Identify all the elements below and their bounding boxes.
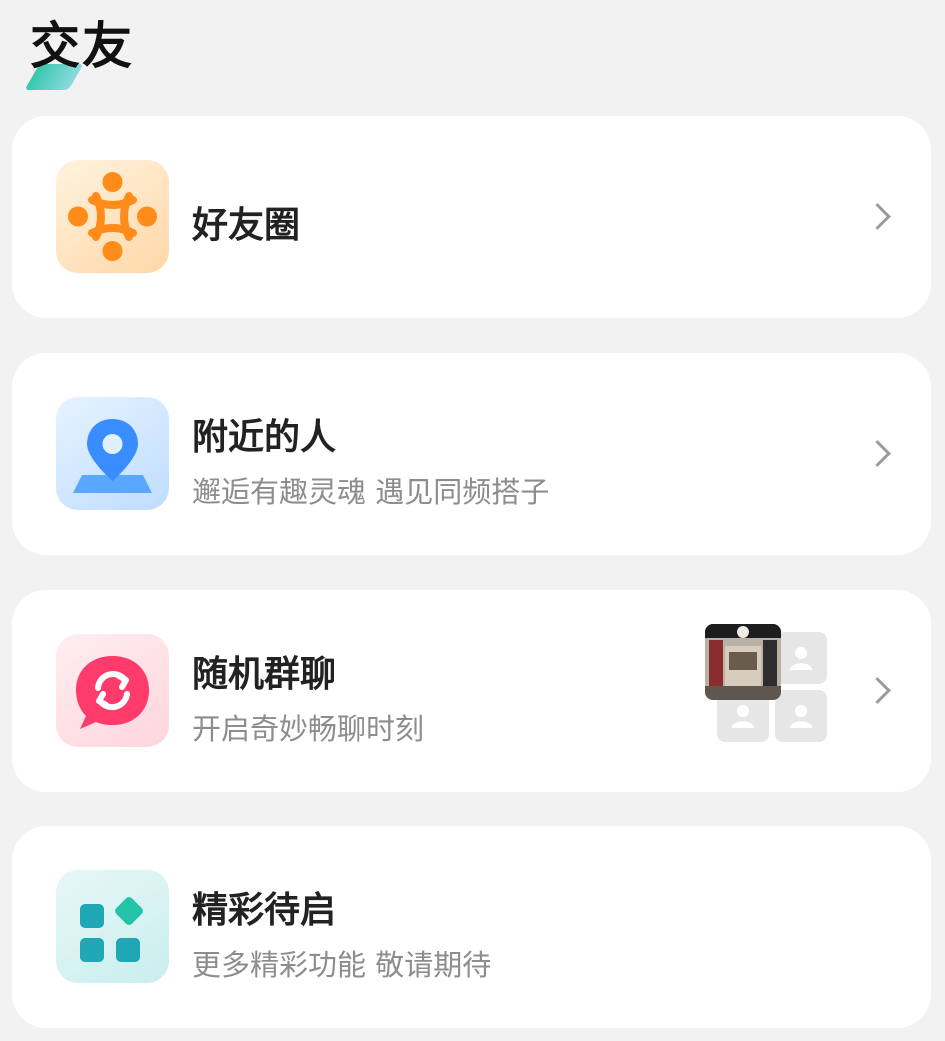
item-subtitle: 开启奇妙畅聊时刻	[192, 712, 425, 746]
item-title: 好友圈	[192, 205, 301, 246]
menu-item-coming-soon[interactable]: 精彩待启 更多精彩功能 敬请期待	[12, 826, 931, 1028]
menu-item-random-group-chat[interactable]: 随机群聊 开启奇妙畅聊时刻	[12, 590, 931, 792]
item-title: 精彩待启	[192, 890, 337, 931]
menu-item-friends-circle[interactable]: 好友圈	[12, 116, 931, 318]
page-header: 交友	[24, 14, 134, 90]
avatar-photo	[705, 624, 781, 700]
item-subtitle: 更多精彩功能 敬请期待	[192, 948, 492, 982]
chevron-right-icon	[864, 677, 891, 704]
apps-grid-icon	[56, 870, 169, 983]
friends-circle-icon	[56, 160, 169, 273]
avatar-placeholder	[775, 632, 827, 684]
chevron-right-icon	[864, 440, 891, 467]
location-pin-icon	[56, 397, 169, 510]
avatar-placeholder	[775, 690, 827, 742]
page-title: 交友	[30, 17, 134, 75]
random-chat-icon	[56, 634, 169, 747]
chevron-right-icon	[864, 203, 891, 230]
item-title: 附近的人	[192, 417, 337, 458]
menu-item-nearby-people[interactable]: 附近的人 邂逅有趣灵魂 遇见同频搭子	[12, 353, 931, 555]
item-subtitle: 邂逅有趣灵魂 遇见同频搭子	[192, 475, 550, 509]
group-avatars	[705, 624, 827, 746]
item-title: 随机群聊	[192, 654, 337, 695]
